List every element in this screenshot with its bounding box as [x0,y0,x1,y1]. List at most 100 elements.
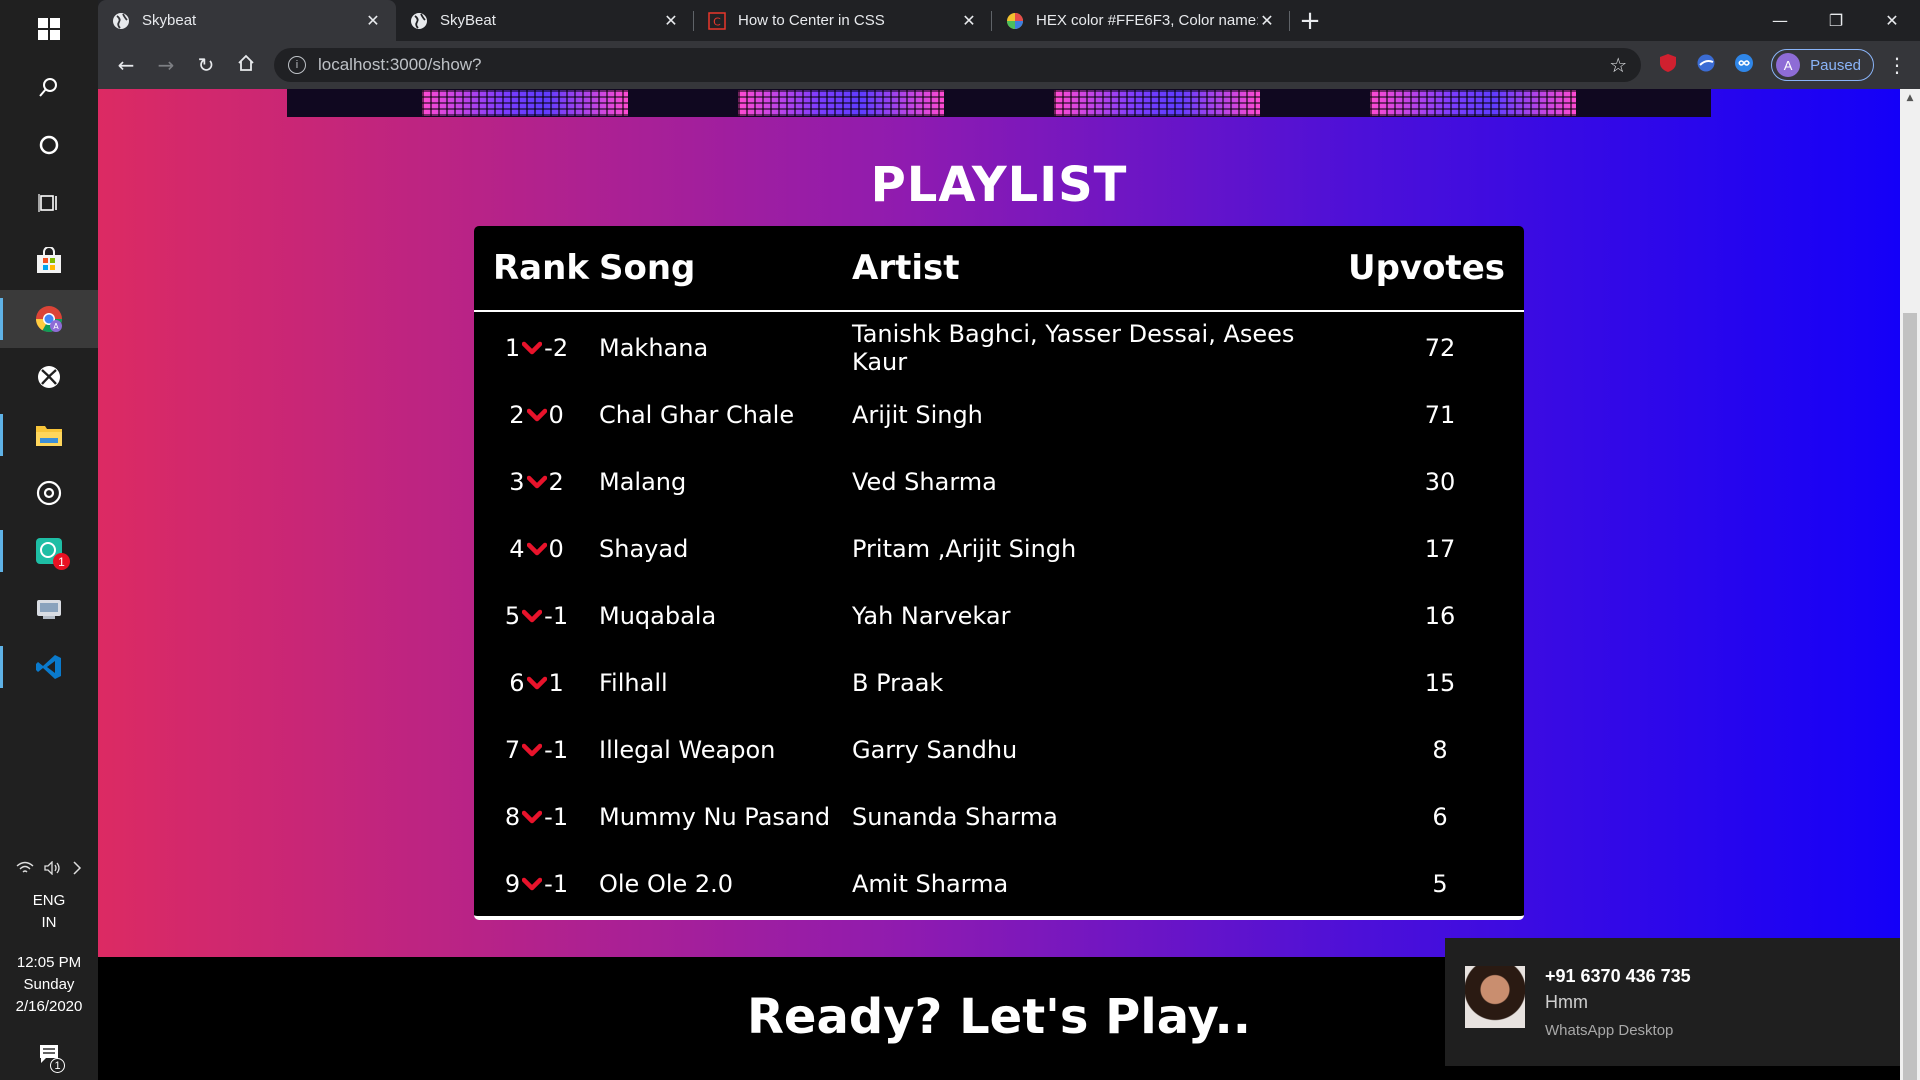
artist-cell: Ved Sharma [852,467,997,496]
taskbar-xbox-button[interactable] [0,348,98,406]
chevron-down-icon [526,475,547,488]
tab-hex-color[interactable]: HEX color #FFE6F3, Color name: ✕ [992,0,1290,41]
rank-change: 0 [548,400,564,429]
input-language[interactable]: ENG IN [33,890,66,934]
song-cell: Makhana [599,333,709,362]
restore-button[interactable]: ❐ [1808,0,1864,41]
browser-toolbar: ← → ↻ i localhost:3000/show? ☆ A Paused … [98,41,1920,89]
system-tray: ENG IN 12:05 PM Sunday 2/16/2020 1 [0,860,98,1080]
taskbar-mail-button[interactable] [0,580,98,638]
close-window-button[interactable]: ✕ [1864,0,1920,41]
chrome-menu-button[interactable]: ⋮ [1882,53,1912,77]
artist-cell: Sunanda Sharma [852,802,1058,831]
toast-sender: +91 6370 436 735 [1545,966,1691,986]
rank-number: 7 [504,735,521,764]
extension-shield-button[interactable] [1649,46,1687,84]
cortana-icon [34,130,64,160]
globe-icon [410,12,428,30]
tab-close-icon[interactable]: ✕ [960,11,978,31]
tab-title: HEX color #FFE6F3, Color name: [1036,12,1258,29]
show-hidden-icons-chevron-icon[interactable] [72,861,82,880]
clock-day: Sunday [23,976,75,993]
artist-cell: Tanishk Baghci, Yasser Dessai, Asees Kau… [852,319,1295,376]
address-bar[interactable]: i localhost:3000/show? ☆ [274,48,1642,82]
clock[interactable]: 12:05 PM Sunday 2/16/2020 [16,952,83,1018]
table-row: 1 -2 Makhana Tanishk Baghci, Yasser Dessai,… [474,314,1524,381]
artist-cell: B Praak [852,668,944,697]
taskbar-whatsapp-button[interactable]: 1 [0,522,98,580]
arrow-right-icon: → [157,53,175,77]
song-cell: Shayad [599,534,689,563]
taskbar-file-explorer-button[interactable] [0,406,98,464]
rank-cell: 5 -1 [474,602,599,630]
taskbar-chrome-button[interactable]: A [0,290,98,348]
song-cell: Malang [599,467,687,496]
banner-light-block [422,90,628,116]
song-cell: Muqabala [599,601,717,630]
whatsapp-notification-toast[interactable]: +91 6370 436 735 Hmm WhatsApp Desktop [1445,938,1900,1066]
rank-number: 3 [509,467,525,496]
page-title: PLAYLIST [870,157,1128,213]
taskbar-vscode-button[interactable] [0,638,98,696]
tab-close-icon[interactable]: ✕ [1258,11,1276,31]
rank-change: -1 [544,869,569,898]
scroll-up-arrow-icon[interactable]: ▲ [1900,89,1920,107]
svg-text:C: C [713,15,721,28]
tab-close-icon[interactable]: ✕ [364,11,382,31]
color-wheel-icon [1006,12,1024,30]
bookmark-star-icon[interactable]: ☆ [1609,53,1627,78]
shield-icon [1659,53,1677,77]
minimize-button[interactable]: — [1752,0,1808,41]
notification-icon: 1 [38,1043,65,1073]
rank-change: -1 [544,601,569,630]
clock-time: 12:05 PM [16,954,82,971]
site-info-icon[interactable]: i [288,56,306,74]
taskbar-cortana-button[interactable] [0,116,98,174]
tab-skybeat-2[interactable]: SkyBeat ✕ [396,0,694,41]
svg-text:A: A [53,322,59,331]
artist-cell: Pritam ,Arijit Singh [852,534,1077,563]
volume-icon[interactable] [44,860,62,880]
windows-start-button[interactable] [0,0,98,58]
window-controls: — ❐ ✕ [1752,0,1920,41]
toast-message: Hmm [1545,992,1588,1012]
tab-skybeat[interactable]: Skybeat ✕ [98,0,396,41]
new-tab-button[interactable]: + [1290,0,1330,41]
chevron-down-icon [522,810,543,823]
tab-title: How to Center in CSS [738,12,885,29]
home-button[interactable] [226,45,266,85]
chevron-down-icon [526,408,547,421]
extension-infinity-button[interactable] [1725,46,1763,84]
taskbar-store-button[interactable] [0,232,98,290]
profile-button[interactable]: A Paused [1771,49,1874,81]
page-scrollbar[interactable]: ▲ [1900,89,1920,1080]
table-row: 9 -1 Ole Ole 2.0 Amit Sharma 5 [474,850,1524,917]
upvotes-cell: 16 [1424,601,1456,630]
wifi-icon[interactable] [16,861,34,880]
rank-number: 5 [504,601,521,630]
whatsapp-badge: 1 [53,553,70,570]
browser-tab-strip: Skybeat ✕ SkyBeat ✕ C How to Center in C… [98,0,1920,41]
taskbar-search-button[interactable] [0,58,98,116]
taskbar-task-view-button[interactable] [0,174,98,232]
rank-change: -2 [544,333,569,362]
extension-globe-button[interactable] [1687,46,1725,84]
forward-button[interactable]: → [146,45,186,85]
rank-cell: 7 -1 [474,736,599,764]
tray-icons [16,860,82,880]
reload-button[interactable]: ↻ [186,45,226,85]
upvotes-cell: 71 [1424,400,1456,429]
back-button[interactable]: ← [106,45,146,85]
rank-cell: 40 [474,535,599,563]
tab-close-icon[interactable]: ✕ [662,11,680,31]
windows-taskbar: A 1 ENG IN 12:05 PM Sunday 2/16/2020 1 [0,0,98,1080]
action-center-button[interactable]: 1 [38,1032,65,1080]
chevron-down-icon [526,542,547,555]
tab-how-to-center-css[interactable]: C How to Center in CSS ✕ [694,0,992,41]
artist-cell: Yah Narvekar [852,601,1011,630]
rank-cell: 32 [474,468,599,496]
table-row: 6 1 Filhall B Praak 15 [474,649,1524,716]
scrollbar-thumb[interactable] [1903,313,1917,1080]
taskbar-groove-button[interactable] [0,464,98,522]
song-cell: Chal Ghar Chale [599,400,795,429]
